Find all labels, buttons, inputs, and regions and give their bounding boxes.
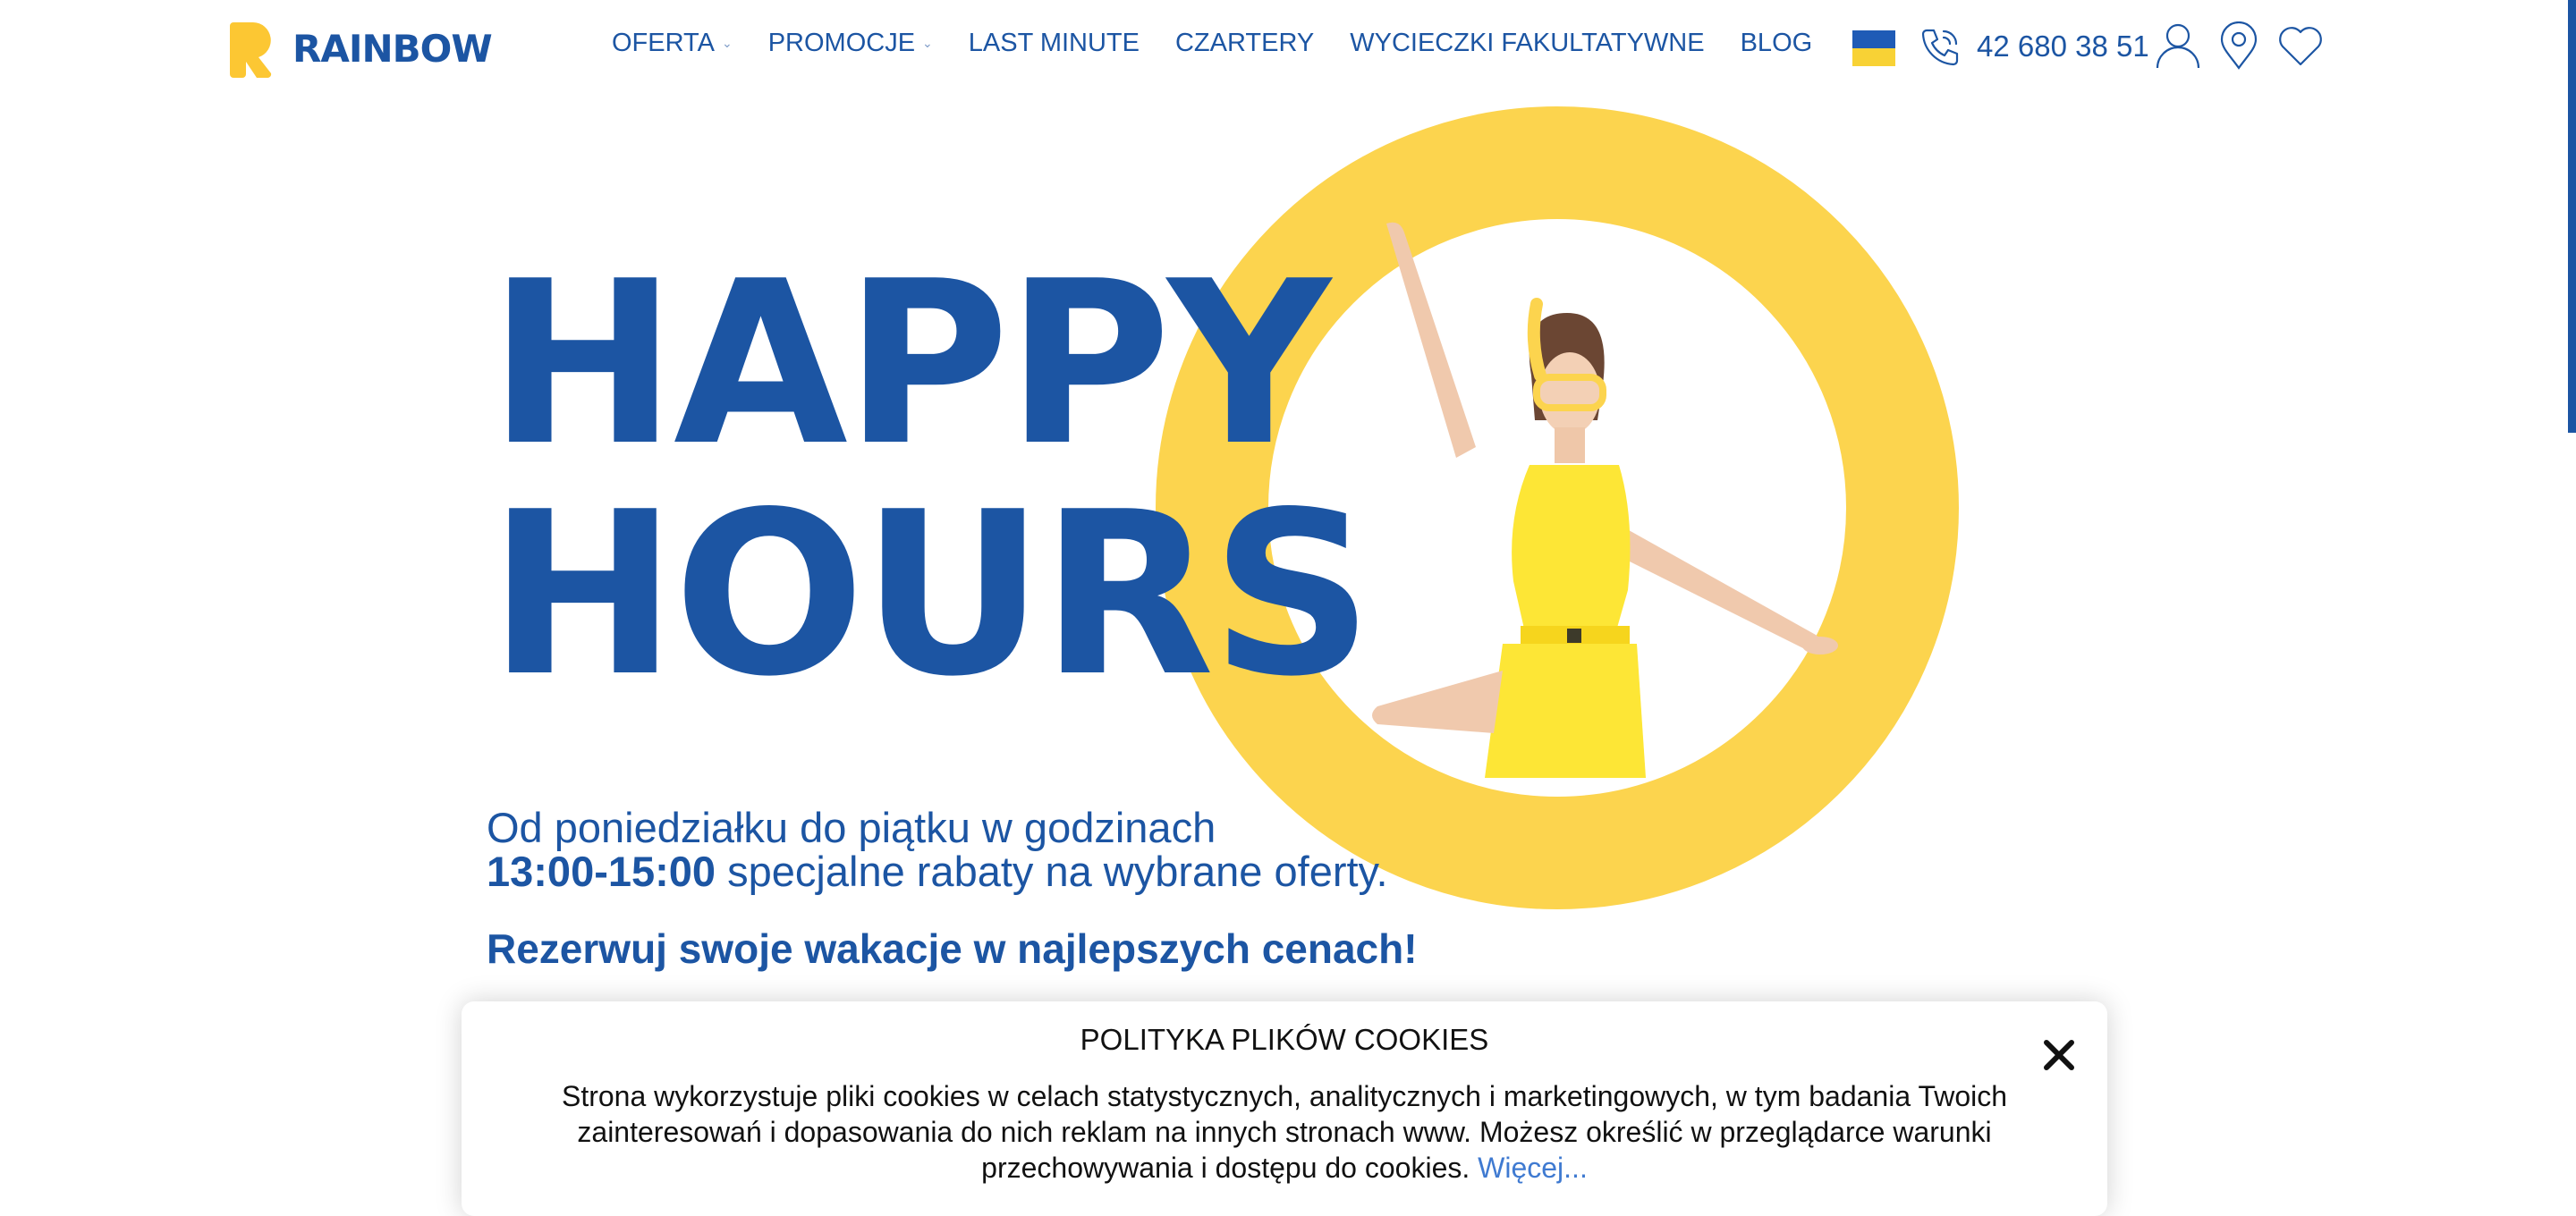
page-scrollbar[interactable]: [2568, 0, 2576, 433]
nav-item-wycieczki-fakultatywne[interactable]: WYCIECZKI FAKULTATYWNE: [1350, 29, 1704, 58]
nav-item-label: BLOG: [1740, 29, 1813, 57]
cookie-more-link[interactable]: Więcej...: [1478, 1152, 1588, 1184]
chevron-down-icon: ⌄: [922, 36, 933, 50]
rainbow-logo[interactable]: RAINBOW: [228, 18, 493, 79]
brand-name: RAINBOW: [292, 26, 493, 71]
cookie-body-text: Strona wykorzystuje pliki cookies w cela…: [561, 1080, 2008, 1184]
nav-item-blog[interactable]: BLOG: [1741, 29, 1813, 58]
map-pin-icon[interactable]: [2218, 21, 2259, 70]
hero-subtitle-rest: specjalne rabaty na wybrane oferty.: [716, 848, 1388, 895]
cookie-banner: POLITYKA PLIKÓW COOKIES Strona wykorzyst…: [462, 1001, 2107, 1216]
hero-woman-snorkel-image: [1372, 222, 1838, 778]
phone-icon[interactable]: [1918, 25, 1962, 70]
nav-item-label: WYCIECZKI FAKULTATYWNE: [1350, 29, 1705, 57]
rainbow-logo-icon: [230, 22, 272, 78]
main-nav: OFERTA ⌄ PROMOCJE ⌄ LAST MINUTE CZARTERY…: [612, 29, 1848, 58]
nav-item-label: OFERTA: [612, 29, 715, 57]
hero-title-line-2: HOURS: [488, 464, 1373, 726]
user-icon[interactable]: [2155, 21, 2201, 70]
close-icon[interactable]: [2041, 1037, 2077, 1073]
cookie-banner-text: Strona wykorzystuje pliki cookies w cela…: [485, 1078, 2084, 1186]
nav-item-promocje[interactable]: PROMOCJE ⌄: [768, 29, 933, 58]
nav-item-label: CZARTERY: [1174, 29, 1315, 57]
hero-cta-text: Rezerwuj swoje wakacje w najlepszych cen…: [487, 925, 1418, 972]
phone-number-link[interactable]: 42 680 38 51: [1977, 30, 2149, 63]
hero-subtitle-line-2: 13:00-15:00 specjalne rabaty na wybrane …: [487, 847, 1388, 896]
hero-subtitle-line-1: Od poniedziałku do piątku w godzinach: [487, 804, 1216, 851]
nav-item-last-minute[interactable]: LAST MINUTE: [969, 29, 1140, 58]
cookie-banner-title: POLITYKA PLIKÓW COOKIES: [1080, 1023, 1489, 1056]
heart-icon[interactable]: [2276, 23, 2325, 68]
ukraine-flag-icon: [1852, 30, 1895, 66]
hero-title-line-1: HAPPY: [488, 233, 1331, 495]
nav-item-label: PROMOCJE: [767, 29, 916, 57]
nav-item-oferta[interactable]: OFERTA ⌄: [612, 29, 733, 58]
site-header: RAINBOW OFERTA ⌄ PROMOCJE ⌄ LAST MINUTE …: [0, 0, 2576, 98]
nav-item-label: LAST MINUTE: [968, 29, 1140, 57]
nav-item-czartery[interactable]: CZARTERY: [1175, 29, 1314, 58]
chevron-down-icon: ⌄: [721, 36, 733, 50]
hero-hours: 13:00-15:00: [487, 848, 716, 895]
